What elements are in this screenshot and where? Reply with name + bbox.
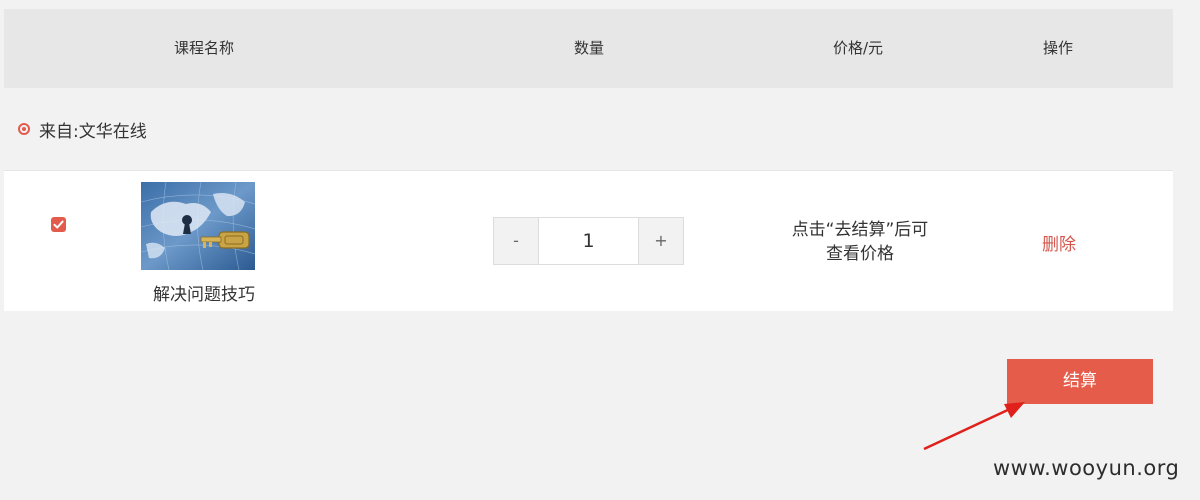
quantity-input[interactable] bbox=[539, 218, 638, 264]
header-action: 操作 bbox=[1042, 39, 1073, 57]
price-note-line-2: 查看价格 bbox=[826, 244, 894, 264]
check-icon bbox=[53, 220, 64, 229]
price-note-line-1: 点击“去结算”后可 bbox=[791, 220, 929, 240]
source-group: 来自:文华在线 bbox=[18, 116, 147, 142]
header-price: 价格/元 bbox=[832, 39, 884, 57]
quantity-stepper: - + bbox=[493, 217, 684, 265]
cart-item-row: 解决问题技巧 - + 点击“去结算”后可 查看价格 删除 bbox=[4, 170, 1173, 311]
increase-quantity-button[interactable]: + bbox=[638, 218, 683, 264]
key-globe-image-icon bbox=[141, 182, 255, 270]
decrease-quantity-button[interactable]: - bbox=[494, 218, 539, 264]
course-name[interactable]: 解决问题技巧 bbox=[104, 280, 304, 305]
delete-link[interactable]: 删除 bbox=[1004, 230, 1114, 255]
radio-selected-icon[interactable] bbox=[18, 123, 30, 135]
price-note: 点击“去结算”后可 查看价格 bbox=[760, 218, 960, 266]
course-thumbnail[interactable] bbox=[141, 182, 255, 270]
source-label: 来自:文华在线 bbox=[39, 121, 147, 142]
header-quantity: 数量 bbox=[573, 39, 604, 57]
header-course-name: 课程名称 bbox=[173, 39, 234, 57]
watermark: www.wooyun.org bbox=[993, 456, 1180, 480]
cart-table-header: 课程名称 数量 价格/元 操作 bbox=[4, 9, 1173, 88]
annotation-arrow-icon bbox=[923, 402, 1025, 451]
item-checkbox[interactable] bbox=[51, 217, 66, 232]
